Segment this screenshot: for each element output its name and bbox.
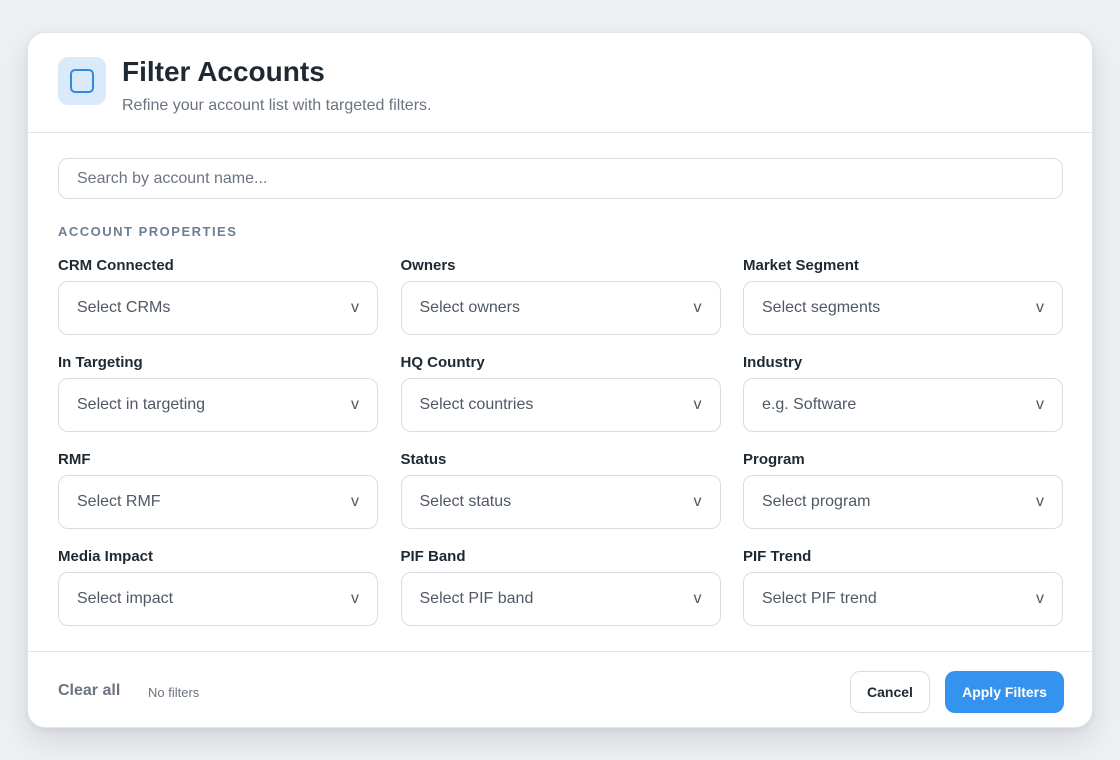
select-placeholder: Select PIF band [419, 590, 534, 607]
select-placeholder: Select CRMs [77, 299, 171, 316]
chevron-down-icon: v [693, 493, 702, 510]
pif-band-select[interactable]: Select PIF band v [400, 572, 721, 626]
filter-square-icon [58, 57, 106, 105]
cancel-button[interactable]: Cancel [850, 671, 930, 713]
field-label: Status [400, 451, 447, 468]
filter-field-industry: Industry e.g. Software v [743, 354, 1063, 432]
filter-count-status: No filters [148, 685, 200, 700]
in-targeting-select[interactable]: Select in targeting v [58, 378, 378, 432]
field-label: PIF Trend [743, 548, 812, 565]
filter-field-market-segment: Market Segment Select segments v [743, 257, 1063, 335]
filter-field-pif-trend: PIF Trend Select PIF trend v [743, 548, 1063, 626]
owners-select[interactable]: Select owners v [400, 281, 721, 335]
market-segment-select[interactable]: Select segments v [743, 281, 1063, 335]
filter-field-rmf: RMF Select RMF v [58, 451, 378, 529]
field-label: Industry [743, 354, 803, 371]
filter-accounts-dialog: Filter Accounts Refine your account list… [27, 32, 1093, 728]
dialog-footer: Clear all No filters Cancel Apply Filter… [28, 651, 1092, 727]
select-placeholder: e.g. Software [762, 396, 857, 413]
clear-all-button[interactable]: Clear all [58, 682, 120, 700]
apply-filters-button[interactable]: Apply Filters [945, 671, 1064, 713]
hq-country-select[interactable]: Select countries v [400, 378, 721, 432]
field-label: Market Segment [743, 257, 859, 274]
chevron-down-icon: v [1036, 590, 1044, 607]
field-label: Media Impact [58, 548, 154, 565]
field-label: RMF [58, 451, 91, 468]
rmf-select[interactable]: Select RMF v [58, 475, 378, 529]
dialog-header: Filter Accounts Refine your account list… [28, 33, 1092, 133]
chevron-down-icon: v [1036, 493, 1044, 510]
chevron-down-icon: v [693, 396, 702, 413]
chevron-down-icon: v [693, 590, 702, 607]
field-label: PIF Band [400, 548, 466, 565]
filter-field-program: Program Select program v [743, 451, 1063, 529]
select-placeholder: Select in targeting [77, 396, 206, 413]
program-select[interactable]: Select program v [743, 475, 1063, 529]
select-placeholder: Select RMF [77, 493, 161, 510]
field-label: Program [743, 451, 805, 468]
filter-field-hq-country: HQ Country Select countries v [400, 354, 721, 432]
select-placeholder: Select owners [419, 299, 521, 316]
filter-field-in-targeting: In Targeting Select in targeting v [58, 354, 378, 432]
field-label: CRM Connected [58, 257, 174, 274]
account-search-input[interactable] [58, 158, 1063, 199]
select-placeholder: Select PIF trend [762, 590, 877, 607]
pif-trend-select[interactable]: Select PIF trend v [743, 572, 1063, 626]
filter-square-icon-inner [70, 69, 94, 93]
industry-select[interactable]: e.g. Software v [743, 378, 1063, 432]
select-placeholder: Select segments [762, 299, 881, 316]
chevron-down-icon: v [351, 396, 359, 413]
filter-field-pif-band: PIF Band Select PIF band v [400, 548, 721, 626]
crm-connected-select[interactable]: Select CRMs v [58, 281, 378, 335]
filter-field-owners: Owners Select owners v [400, 257, 721, 335]
chevron-down-icon: v [693, 299, 702, 316]
filter-field-status: Status Select status v [400, 451, 721, 529]
dialog-subtitle: Refine your account list with targeted f… [122, 97, 432, 114]
filter-grid: CRM Connected Select CRMs v Owners Selec… [58, 257, 1063, 626]
chevron-down-icon: v [351, 590, 359, 607]
chevron-down-icon: v [1036, 396, 1044, 413]
select-placeholder: Select countries [419, 396, 534, 413]
field-label: HQ Country [400, 354, 485, 371]
dialog-title: Filter Accounts [122, 56, 325, 87]
filter-field-crm-connected: CRM Connected Select CRMs v [58, 257, 378, 335]
media-impact-select[interactable]: Select impact v [58, 572, 378, 626]
status-select[interactable]: Select status v [400, 475, 721, 529]
chevron-down-icon: v [351, 299, 359, 316]
chevron-down-icon: v [351, 493, 359, 510]
field-label: Owners [400, 257, 456, 274]
filter-field-media-impact: Media Impact Select impact v [58, 548, 378, 626]
select-placeholder: Select program [762, 493, 871, 510]
select-placeholder: Select status [419, 493, 512, 510]
select-placeholder: Select impact [77, 590, 174, 607]
section-label-account-properties: ACCOUNT PROPERTIES [58, 224, 238, 239]
field-label: In Targeting [58, 354, 143, 371]
chevron-down-icon: v [1036, 299, 1044, 316]
